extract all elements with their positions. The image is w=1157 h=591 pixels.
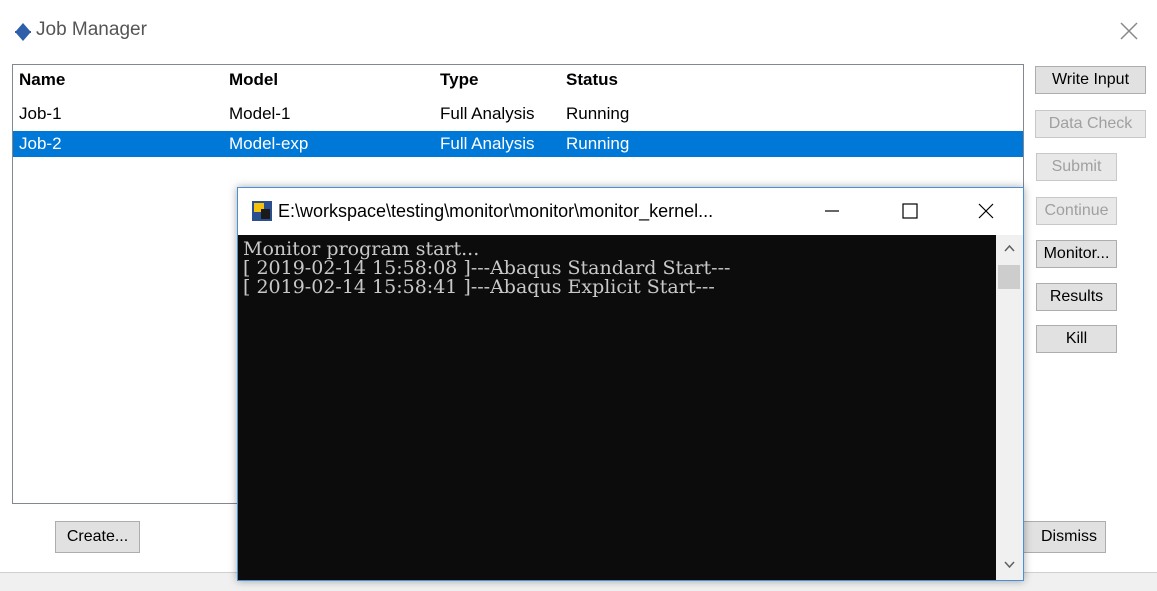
job-status: Running xyxy=(566,104,630,123)
table-row[interactable]: Job-1 Model-1 Full Analysis Running xyxy=(13,101,1023,127)
write-input-button[interactable]: Write Input xyxy=(1035,66,1146,94)
job-name: Job-1 xyxy=(19,104,62,123)
table-header: Name Model Type Status xyxy=(13,67,1023,93)
abaqus-app-icon xyxy=(15,23,31,41)
job-manager-title: Job Manager xyxy=(36,19,147,40)
column-header-type: Type xyxy=(440,70,479,89)
scrollbar-thumb[interactable] xyxy=(998,265,1020,289)
close-icon[interactable] xyxy=(1118,20,1140,42)
scroll-down-arrow-icon[interactable] xyxy=(1004,561,1015,569)
scroll-up-arrow-icon[interactable] xyxy=(1004,244,1015,252)
job-type: Full Analysis xyxy=(440,104,535,123)
console-title: E:\workspace\testing\monitor\monitor\mon… xyxy=(278,201,714,221)
job-model: Model-exp xyxy=(229,134,309,153)
console-scrollbar[interactable] xyxy=(996,235,1023,580)
continue-button[interactable]: Continue xyxy=(1036,197,1117,225)
job-model: Model-1 xyxy=(229,104,291,123)
minimize-icon[interactable] xyxy=(820,199,844,223)
console-line: [ 2019-02-14 15:58:41 ]---Abaqus Explici… xyxy=(243,276,715,298)
job-manager-titlebar: Job Manager xyxy=(0,0,1157,62)
kill-button[interactable]: Kill xyxy=(1036,325,1117,353)
column-header-model: Model xyxy=(229,70,279,89)
monitor-button[interactable]: Monitor... xyxy=(1036,240,1117,268)
column-header-name: Name xyxy=(19,70,66,89)
console-output[interactable]: Monitor program start...[ 2019-02-14 15:… xyxy=(238,235,996,580)
submit-button[interactable]: Submit xyxy=(1036,153,1117,181)
close-icon[interactable] xyxy=(974,199,998,223)
dismiss-button[interactable]: Dismiss xyxy=(1016,521,1106,553)
console-titlebar[interactable]: E:\workspace\testing\monitor\monitor\mon… xyxy=(238,188,1023,235)
data-check-button[interactable]: Data Check xyxy=(1035,110,1146,138)
table-row-selected[interactable]: Job-2 Model-exp Full Analysis Running xyxy=(13,131,1023,157)
job-type: Full Analysis xyxy=(440,134,535,153)
console-window[interactable]: E:\workspace\testing\monitor\monitor\mon… xyxy=(237,187,1024,581)
job-status: Running xyxy=(566,134,630,153)
results-button[interactable]: Results xyxy=(1036,283,1117,311)
job-name: Job-2 xyxy=(19,134,62,153)
column-header-status: Status xyxy=(566,70,618,89)
maximize-icon[interactable] xyxy=(898,199,922,223)
console-app-icon xyxy=(252,201,272,221)
create-button[interactable]: Create... xyxy=(55,521,140,553)
